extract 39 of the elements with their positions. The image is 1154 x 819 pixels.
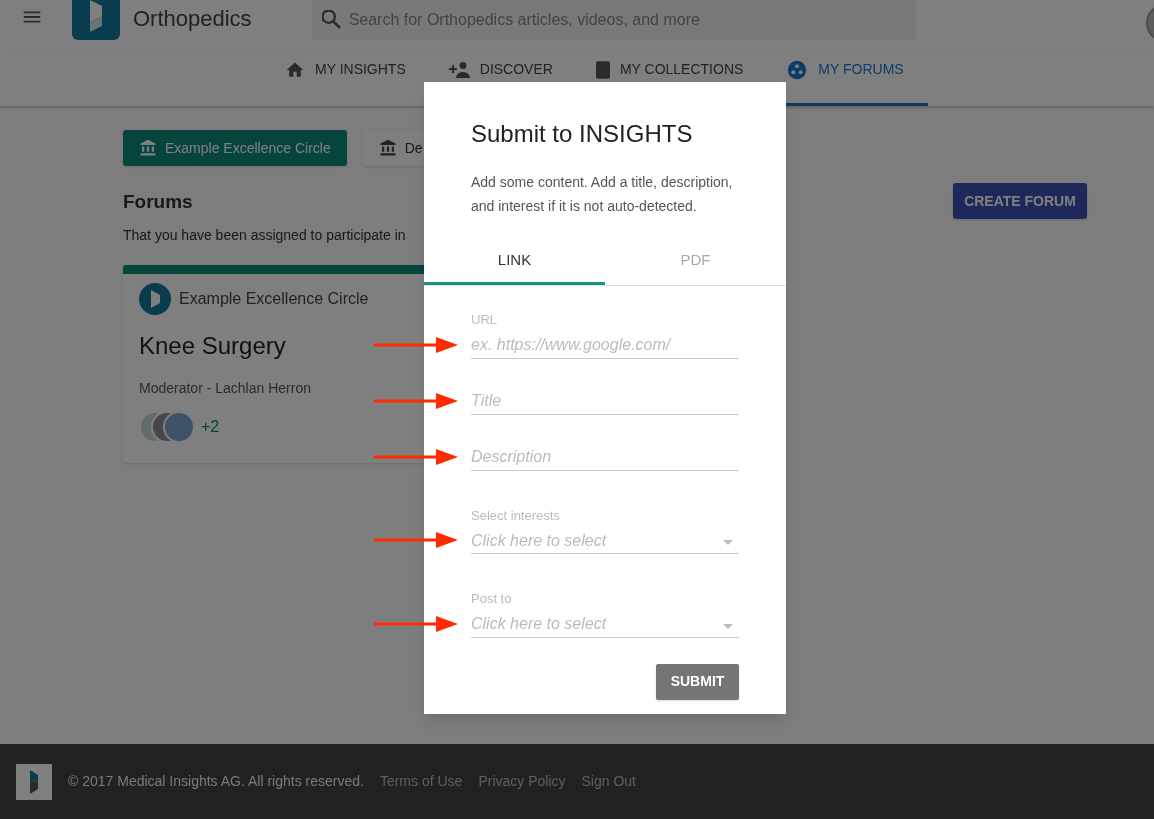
- footer-link[interactable]: Sign Out: [581, 771, 636, 792]
- logo-icon: [139, 282, 171, 315]
- input-field[interactable]: ex. https://www.google.com/: [471, 332, 739, 359]
- dialog-tab[interactable]: PDF: [605, 238, 786, 285]
- book-icon: [595, 60, 610, 79]
- dialog-tab[interactable]: LINK: [424, 238, 605, 285]
- caret-icon: [723, 540, 733, 545]
- input-field[interactable]: Description: [471, 444, 739, 471]
- dialog-title: Submit to INSIGHTS: [470, 119, 694, 149]
- submit-button[interactable]: SUBMIT: [656, 663, 739, 700]
- search-icon: [321, 10, 341, 29]
- app-title: Orthopedics: [133, 5, 252, 33]
- circle-button[interactable]: Example Excellence Circle: [123, 130, 347, 166]
- input-field[interactable]: Title: [471, 388, 739, 415]
- logo-icon: [16, 763, 52, 800]
- member-avatar: [163, 410, 195, 443]
- forums-heading: Forums: [123, 190, 194, 214]
- copyright-text: © 2017 Medical Insights AG. All rights reserved.: [68, 772, 364, 791]
- dialog-description: Add some content. Add a title, description, and interest if it is not auto-detected.: [470, 173, 734, 216]
- field-label: URL: [471, 311, 498, 329]
- card-circle-name: Example Excellence Circle: [179, 288, 369, 309]
- card-moderator: Moderator - Lachlan Herron: [139, 378, 312, 398]
- nav-tab[interactable]: MY INSIGHTS: [270, 56, 434, 106]
- select-field[interactable]: Click here to select: [471, 611, 739, 638]
- card-title: Knee Surgery: [139, 330, 286, 361]
- footer-link[interactable]: Privacy Policy: [478, 771, 566, 792]
- field-label: Select interests: [471, 506, 561, 525]
- nav-tab[interactable]: DISCOVER: [433, 56, 581, 106]
- forums-subtitle: That you have been assigned to participate in: [123, 225, 406, 245]
- create-forum-button[interactable]: CREATE FORUM: [953, 183, 1087, 219]
- bank-icon: [378, 139, 397, 157]
- bank-icon: [139, 139, 157, 157]
- caret-icon: [723, 623, 733, 629]
- field-label: Post to: [471, 590, 513, 608]
- member-count: +2: [201, 416, 220, 437]
- add-person-icon: [448, 61, 470, 78]
- footer-link[interactable]: Terms of Use: [379, 771, 463, 792]
- select-field[interactable]: Click here to select: [471, 528, 739, 554]
- nav-tab[interactable]: MY COLLECTIONS: [580, 56, 772, 106]
